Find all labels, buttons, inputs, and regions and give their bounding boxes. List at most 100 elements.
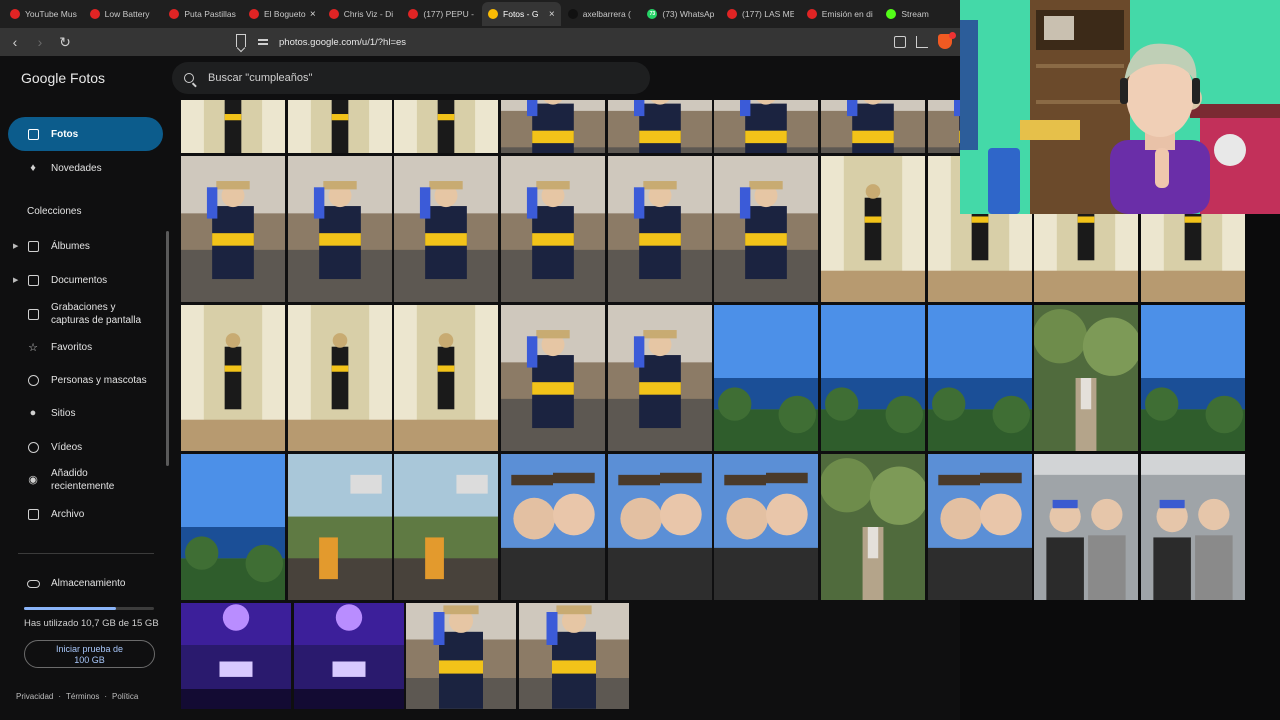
- google-photos-logo[interactable]: Google Fotos: [21, 70, 105, 86]
- sidebar-item-favorites[interactable]: ☆ Favoritos: [8, 330, 163, 364]
- google-photos-icon: [488, 9, 499, 19]
- expand-arrow-icon[interactable]: ▶: [13, 242, 18, 250]
- reload-icon[interactable]: ↻: [55, 32, 75, 52]
- photo-thumbnail[interactable]: [608, 305, 712, 451]
- photo-thumbnail[interactable]: [181, 454, 285, 600]
- photo-thumbnail[interactable]: [394, 454, 498, 600]
- cast-icon[interactable]: [894, 35, 906, 48]
- photo-thumbnail[interactable]: [501, 100, 605, 153]
- photo-thumbnail[interactable]: [608, 156, 712, 302]
- photo-thumbnail[interactable]: [519, 603, 629, 709]
- photo-thumbnail[interactable]: [714, 156, 818, 302]
- sidebar-item-recent[interactable]: ◉ Añadido recientemente: [8, 462, 163, 498]
- url-text[interactable]: photos.google.com/u/1/?hl=es: [279, 37, 406, 48]
- sidebar-item-places[interactable]: ● Sitios: [8, 396, 163, 430]
- photo-thumbnail[interactable]: [928, 305, 1032, 451]
- policy-link[interactable]: Política: [112, 692, 138, 701]
- sidebar-scrollbar[interactable]: [166, 231, 169, 466]
- tab-label: El Bogueto: [264, 9, 306, 19]
- photo-thumbnail[interactable]: [288, 454, 392, 600]
- photo-thumbnail[interactable]: [501, 156, 605, 302]
- privacy-link[interactable]: Privacidad: [16, 692, 53, 701]
- browser-tab[interactable]: Fotos - G ×: [482, 2, 561, 26]
- photo-thumbnail[interactable]: [608, 100, 712, 153]
- search-input[interactable]: [208, 72, 608, 84]
- photo-thumbnail[interactable]: [1034, 454, 1138, 600]
- browser-tab[interactable]: (177) LAS ME: [721, 2, 800, 26]
- tab-label: (177) LAS ME: [742, 9, 794, 19]
- search-bar[interactable]: [172, 62, 650, 94]
- photo-thumbnail[interactable]: [714, 305, 818, 451]
- storage-label: Almacenamiento: [51, 578, 126, 589]
- tab-label: Stream: [901, 9, 929, 19]
- search-icon[interactable]: [184, 73, 194, 83]
- browser-tab[interactable]: axelbarrera (: [562, 2, 641, 26]
- tab-label: (177) PEPU -: [423, 9, 474, 19]
- photo-thumbnail[interactable]: [394, 100, 498, 153]
- tab-label: axelbarrera (: [582, 9, 631, 19]
- brave-shield-icon[interactable]: [938, 32, 956, 49]
- photo-thumbnail[interactable]: [821, 305, 925, 451]
- browser-tab[interactable]: Low Battery: [84, 2, 163, 26]
- trial-line-2: 100 GB: [74, 655, 105, 665]
- back-arrow-icon[interactable]: ‹: [5, 32, 25, 52]
- sidebar-item-photos[interactable]: Fotos: [8, 117, 163, 151]
- photo-thumbnail[interactable]: [394, 156, 498, 302]
- photo-thumbnail[interactable]: [821, 100, 925, 153]
- photo-thumbnail[interactable]: [181, 305, 285, 451]
- photo-thumbnail[interactable]: [1141, 305, 1245, 451]
- site-settings-icon[interactable]: [258, 37, 268, 47]
- sidebar-item-albums[interactable]: ▶ Álbumes: [8, 229, 163, 263]
- photo-thumbnail[interactable]: [501, 305, 605, 451]
- photo-thumbnail[interactable]: [821, 156, 925, 302]
- browser-tab[interactable]: Chris Viz - Di: [323, 2, 402, 26]
- browser-tab[interactable]: 73 (73) WhatsAp: [641, 2, 720, 26]
- address-bar[interactable]: photos.google.com/u/1/?hl=es: [258, 32, 878, 52]
- sidebar-item-people[interactable]: Personas y mascotas: [8, 363, 163, 397]
- photo-thumbnail[interactable]: [288, 100, 392, 153]
- sidebar-item-storage[interactable]: Almacenamiento: [27, 578, 125, 589]
- terms-link[interactable]: Términos: [66, 692, 99, 701]
- forward-arrow-icon[interactable]: ›: [30, 32, 50, 52]
- browser-tab[interactable]: Stream: [880, 2, 959, 26]
- browser-tab[interactable]: Puta Pastillas: [163, 2, 242, 26]
- photo-thumbnail[interactable]: [406, 603, 516, 709]
- close-tab-icon[interactable]: ×: [549, 9, 555, 20]
- share-icon[interactable]: [916, 35, 928, 48]
- photo-thumbnail[interactable]: [928, 454, 1032, 600]
- sidebar-item-archive[interactable]: Archivo: [8, 497, 163, 531]
- photo-thumbnail[interactable]: [1034, 305, 1138, 451]
- photo-thumbnail[interactable]: [501, 454, 605, 600]
- photo-thumbnail[interactable]: [608, 454, 712, 600]
- webcam-overlay: [960, 0, 1280, 214]
- photo-thumbnail[interactable]: [181, 603, 291, 709]
- start-trial-button[interactable]: Iniciar prueba de 100 GB: [24, 640, 155, 668]
- photo-thumbnail[interactable]: [181, 100, 285, 153]
- sidebar-item-documents[interactable]: ▶ Documentos: [8, 263, 163, 297]
- sidebar-item-updates[interactable]: ♦ Novedades: [8, 151, 163, 185]
- sidebar-item-recordings[interactable]: Grabaciones y capturas de pantalla: [8, 296, 163, 332]
- browser-tab[interactable]: (177) PEPU -: [402, 2, 481, 26]
- photo-thumbnail[interactable]: [714, 454, 818, 600]
- bookmark-icon[interactable]: [236, 34, 246, 47]
- browser-tab[interactable]: YouTube Mus: [4, 2, 83, 26]
- photo-thumbnail[interactable]: [394, 305, 498, 451]
- browser-tab[interactable]: El Bogueto ×: [243, 2, 322, 26]
- kick-icon: [886, 9, 897, 19]
- photo-thumbnail[interactable]: [181, 156, 285, 302]
- photo-thumbnail[interactable]: [294, 603, 404, 709]
- browser-tab[interactable]: Emisión en di: [801, 2, 880, 26]
- close-tab-icon[interactable]: ×: [310, 9, 316, 20]
- sidebar-item-videos[interactable]: Vídeos: [8, 430, 163, 464]
- photo-thumbnail[interactable]: [288, 156, 392, 302]
- photo-thumbnail[interactable]: [714, 100, 818, 153]
- photo-icon: [27, 128, 39, 140]
- youtube-icon: [89, 9, 100, 19]
- expand-arrow-icon[interactable]: ▶: [13, 276, 18, 284]
- photo-thumbnail[interactable]: [288, 305, 392, 451]
- location-pin-icon: ●: [29, 407, 37, 419]
- sidebar-item-label: Sitios: [51, 407, 76, 419]
- tab-label: Fotos - G: [503, 9, 539, 19]
- photo-thumbnail[interactable]: [821, 454, 925, 600]
- photo-thumbnail[interactable]: [1141, 454, 1245, 600]
